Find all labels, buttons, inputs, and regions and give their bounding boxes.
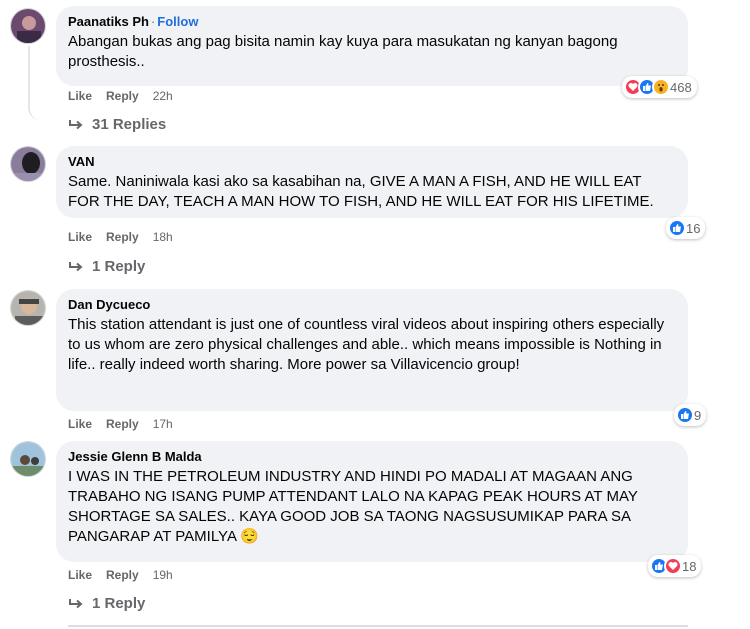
reply-button[interactable]: Reply [106, 417, 139, 431]
replies-count: 1 Reply [92, 258, 146, 275]
like-button[interactable]: Like [68, 230, 92, 244]
reaction-summary[interactable]: 16 [666, 217, 706, 239]
reaction-count: 18 [682, 558, 697, 574]
comment-bubble: Jessie Glenn B Malda I WAS IN THE PETROL… [56, 441, 688, 562]
comment-bubble: Dan Dycueco This station attendant is ju… [56, 289, 688, 411]
comment-author[interactable]: Dan Dycueco [68, 297, 150, 312]
follow-button[interactable]: Follow [157, 14, 198, 29]
like-icon [668, 219, 686, 237]
reply-button[interactable]: Reply [106, 89, 139, 103]
like-icon [676, 406, 694, 424]
reply-arrow-icon [69, 261, 83, 271]
view-replies-link[interactable]: 1 Reply [68, 258, 145, 275]
reaction-summary[interactable]: 468 [622, 76, 697, 98]
reaction-count: 9 [694, 407, 702, 423]
timestamp[interactable]: 18h [153, 230, 173, 244]
comment-author[interactable]: Paanatiks Ph [68, 14, 149, 29]
timestamp[interactable]: 22h [153, 89, 173, 103]
replies-count: 31 Replies [92, 116, 167, 133]
reply-arrow-icon [69, 598, 83, 608]
avatar[interactable] [10, 8, 46, 44]
avatar[interactable] [10, 441, 46, 477]
like-button[interactable]: Like [68, 417, 92, 431]
reaction-count: 468 [670, 79, 692, 95]
reaction-summary[interactable]: 9 [674, 404, 707, 426]
view-replies-link[interactable]: 31 Replies [68, 116, 166, 133]
comment-text: Abangan bukas ang pag bisita namin kay k… [68, 33, 618, 70]
avatar[interactable] [10, 290, 46, 326]
comment-text: Same. Naniniwala kasi ako sa kasabihan n… [68, 173, 654, 210]
reaction-count: 16 [686, 220, 701, 236]
comment-text-body: I WAS IN THE PETROLEUM INDUSTRY AND HIND… [68, 468, 638, 545]
comment-bubble: VAN Same. Naniniwala kasi ako sa kasabih… [56, 146, 688, 218]
reply-arrow-icon [69, 119, 83, 129]
thread-connector [28, 46, 64, 120]
comment-actions: Like Reply 18h [68, 230, 187, 244]
relieved-face-emoji: 😌 [240, 528, 259, 545]
comment-text: I WAS IN THE PETROLEUM INDUSTRY AND HIND… [68, 467, 676, 547]
comment-text: This station attendant is just one of co… [68, 316, 665, 373]
like-button[interactable]: Like [68, 568, 92, 582]
timestamp[interactable]: 17h [153, 417, 173, 431]
reply-button[interactable]: Reply [106, 568, 139, 582]
comment-bubble: Paanatiks Ph · Follow Abangan bukas ang pa… [56, 6, 688, 86]
reply-button[interactable]: Reply [106, 230, 139, 244]
comment-actions: Like Reply 17h [68, 417, 187, 431]
replies-count: 1 Reply [92, 595, 146, 612]
wow-icon [652, 78, 670, 96]
comment-author[interactable]: VAN [68, 154, 94, 169]
reaction-summary[interactable]: 18 [648, 555, 702, 577]
like-button[interactable]: Like [68, 89, 92, 103]
comment-actions: Like Reply 19h [68, 568, 187, 582]
love-icon [664, 557, 682, 575]
divider [68, 625, 688, 627]
comment-author[interactable]: Jessie Glenn B Malda [68, 449, 202, 464]
avatar[interactable] [10, 146, 46, 182]
comment-actions: Like Reply 22h [68, 89, 187, 103]
view-replies-link[interactable]: 1 Reply [68, 595, 145, 612]
timestamp[interactable]: 19h [153, 568, 173, 582]
